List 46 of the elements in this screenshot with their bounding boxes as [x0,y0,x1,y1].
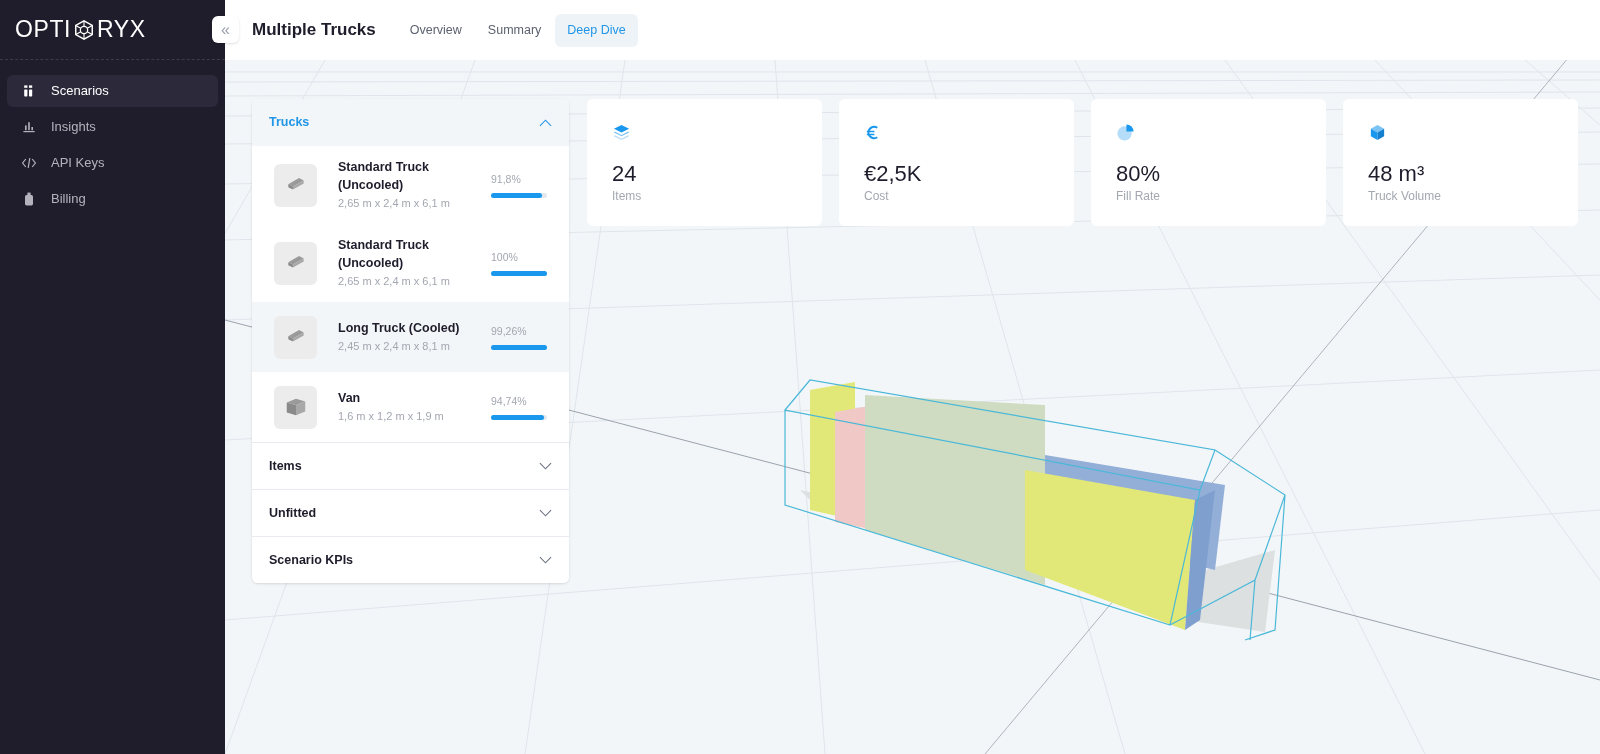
pie-chart-icon [1116,123,1135,142]
stat-label: Truck Volume [1368,188,1442,205]
sidebar-item[interactable]: Insights [7,111,218,143]
stat-value: 24 [612,161,638,187]
accordion-header[interactable]: Items [252,442,569,489]
accordion-header[interactable]: Unfitted [252,489,569,536]
tab[interactable]: Summary [475,13,554,47]
vehicle-dimensions: 1,6 m x 1,2 m x 1,9 m [338,409,445,425]
stat-label: Cost [864,188,890,205]
chevron-down-icon [539,556,552,564]
chevron-down-icon [539,462,552,470]
page-title: Multiple Trucks [252,19,376,42]
logo-text: OPTI [15,15,71,45]
stat-label: Items [612,188,643,205]
stat-label: Fill Rate [1116,188,1161,205]
vehicle-name: Standard Truck (Uncooled) [338,237,430,273]
vehicle-name: Van [338,390,362,408]
vehicle-dimensions: 2,45 m x 2,4 m x 8,1 m [338,339,451,355]
stat-value: 80% [1116,161,1162,187]
chevron-up-icon [539,118,552,127]
truck-list-item[interactable]: Long Truck (Cooled) 2,45 m x 2,4 m x 8,1 m 99,26% [252,302,569,372]
vehicle-dimensions: 2,65 m x 2,4 m x 6,1 m [338,196,451,212]
truck-list-item[interactable]: Standard Truck (Uncooled) 2,65 m x 2,4 m x 6,1 m 91,8% [252,146,569,224]
fill-percentage: 100% [491,250,519,266]
truck-list-item[interactable]: Standard Truck (Uncooled) 2,65 m x 2,4 m x 6,1 m 100% [252,224,569,302]
fill-percentage: 94,74% [491,394,528,410]
fill-percentage: 99,26% [491,324,528,340]
vehicle-name: Standard Truck (Uncooled) [338,159,430,195]
code-icon [21,155,37,171]
sidebar-item[interactable]: API Keys [7,147,218,179]
stat-value: €2,5K [864,161,923,187]
bar-chart-icon [21,119,37,135]
chevron-down-icon [539,509,552,517]
fill-percentage: 91,8% [491,172,522,188]
truck-list-item[interactable]: Van 1,6 m x 1,2 m x 1,9 m 94,74% [252,372,569,442]
logo-text: RYX [97,15,146,45]
sidebar-item[interactable]: Scenarios [7,75,218,107]
stat-value: 48 m³ [1368,161,1426,187]
sidebar-item[interactable]: Billing [7,183,218,215]
tab[interactable]: Overview [397,13,474,47]
cube-icon [1368,123,1387,142]
accordion-header[interactable]: Scenario KPIs [252,536,569,583]
vehicle-name: Long Truck (Cooled) [338,320,461,338]
layers-icon [612,123,631,142]
logo-mark-icon [73,18,95,41]
vehicle-dimensions: 2,65 m x 2,4 m x 6,1 m [338,274,451,290]
